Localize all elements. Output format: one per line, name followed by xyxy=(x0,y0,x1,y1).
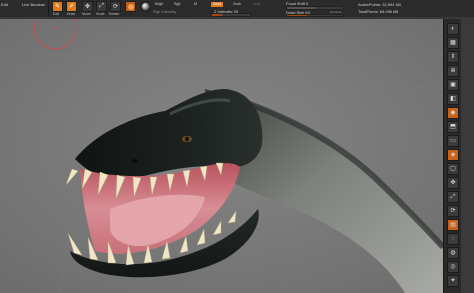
shelf-button-aahalf[interactable]: ◧ xyxy=(447,93,459,105)
edit-mode-label[interactable]: Edit xyxy=(1,2,8,7)
solo-icon: ◎ xyxy=(450,264,456,270)
z-intensity-fill xyxy=(212,14,222,16)
shelf-button-dynamic[interactable]: ◉ xyxy=(447,107,459,119)
shelf-button-solo[interactable]: ◎ xyxy=(447,261,459,273)
canvas-viewport[interactable] xyxy=(0,19,443,293)
brush-icon xyxy=(127,3,134,10)
mrgb-toggle[interactable]: Mrgb xyxy=(153,2,165,7)
right-shelf-scrollbar[interactable] xyxy=(461,19,474,293)
shelf-button-spix-3[interactable]: ▦ xyxy=(447,37,459,49)
frame-icon: ▢ xyxy=(450,166,456,172)
move-icon: ✥ xyxy=(84,4,91,10)
scale-icon: ⤢ xyxy=(450,194,456,200)
shelf-button-bpr[interactable]: ◐ xyxy=(447,23,459,35)
material-sphere-icon xyxy=(142,3,149,10)
creature-nostril xyxy=(132,159,138,163)
shelf-button-persp[interactable]: ⬒ xyxy=(447,121,459,133)
creature-pupil xyxy=(185,136,189,142)
aahalf-icon: ◧ xyxy=(450,96,456,102)
zcut-toggle[interactable]: Zcut xyxy=(251,2,262,7)
rotate-icon: ⟳ xyxy=(112,4,119,10)
shelf-button-move[interactable]: ✥ xyxy=(447,177,459,189)
shelf-button-floor[interactable]: ▭ xyxy=(447,135,459,147)
shelf-button-line-fill[interactable]: ▤ xyxy=(447,219,459,231)
zadd-toggle[interactable]: Zadd xyxy=(211,2,223,7)
edit-icon: ✎ xyxy=(54,4,61,10)
scale-button[interactable]: ⤢ xyxy=(96,1,107,12)
focal-shift-fill xyxy=(287,7,315,9)
scale-icon: ⤢ xyxy=(99,3,104,9)
scroll-icon: ⇕ xyxy=(450,54,456,60)
shelf-button-scroll[interactable]: ⇕ xyxy=(447,51,459,63)
scale-label: Scale xyxy=(96,12,105,16)
move-icon: ✥ xyxy=(450,180,456,186)
total-points-readout: TotalPoints: 65.096 Mil xyxy=(358,9,399,14)
draw-button[interactable]: ✐ xyxy=(66,1,77,12)
rgb-intensity-label[interactable]: Rgb Intensity xyxy=(153,9,176,14)
ghost-icon: ◍ xyxy=(450,250,456,256)
model-render xyxy=(0,19,443,293)
xpose-icon: ✦ xyxy=(450,278,456,284)
actual-icon: ▣ xyxy=(450,82,456,88)
right-shelf: ◐ ▦ ⇕ ⊕ ▣ ◧ ◉ ⬒ ▭ ◈ ▢ ✥ ⤢ ⟳ ▤ ◌ ◍ ◎ ✦ xyxy=(443,19,474,293)
transp-icon: ◌ xyxy=(451,236,455,242)
rotate-button[interactable]: ⟳ xyxy=(110,1,121,12)
move-button[interactable]: ✥ xyxy=(82,1,93,12)
spix-3-icon: ▦ xyxy=(450,40,456,46)
persp-icon: ⬒ xyxy=(450,124,456,130)
edit-label: Edit xyxy=(53,12,60,16)
top-toolbar: Edit Live Boolean ✎ Edit ✐ Draw ✥ Move ⤢… xyxy=(0,0,474,18)
shelf-button-actual[interactable]: ▣ xyxy=(447,79,459,91)
toolbar-divider xyxy=(48,0,49,17)
line-fill-icon: ▤ xyxy=(450,222,456,228)
rotate-icon: ⟳ xyxy=(450,208,456,214)
draw-label: Draw xyxy=(67,12,76,16)
brush-button[interactable] xyxy=(125,1,136,12)
dynamic-icon: ◉ xyxy=(450,110,456,116)
brush-cursor-center xyxy=(53,26,57,30)
shelf-button-xpose[interactable]: ✦ xyxy=(447,275,459,287)
rotate-label: Rotate xyxy=(109,12,120,16)
shelf-button-local[interactable]: ◈ xyxy=(447,149,459,161)
active-points-readout: ActivePoints: 32,994 Mil xyxy=(358,2,401,7)
shelf-button-rotate[interactable]: ⟳ xyxy=(447,205,459,217)
zsub-toggle[interactable]: Zsub xyxy=(231,2,243,7)
dynamic-toggle[interactable]: Dynamic xyxy=(330,10,342,15)
floor-icon: ▭ xyxy=(450,138,456,144)
edit-button[interactable]: ✎ xyxy=(52,1,63,12)
m-toggle[interactable]: M xyxy=(192,2,199,7)
rgb-toggle[interactable]: Rgb xyxy=(172,2,182,7)
shelf-button-ghost[interactable]: ◍ xyxy=(447,247,459,259)
material-button[interactable] xyxy=(140,1,151,12)
shelf-button-transp[interactable]: ◌ xyxy=(447,233,459,245)
shelf-button-scale[interactable]: ⤢ xyxy=(447,191,459,203)
zoom-icon: ⊕ xyxy=(450,68,456,74)
shelf-button-zoom[interactable]: ⊕ xyxy=(447,65,459,77)
shelf-button-frame[interactable]: ▢ xyxy=(447,163,459,175)
draw-icon: ✐ xyxy=(68,4,75,10)
move-label: Move xyxy=(82,12,91,16)
local-icon: ◈ xyxy=(450,152,456,158)
bpr-icon: ◐ xyxy=(451,26,455,32)
draw-size-fill xyxy=(287,15,307,16)
live-boolean-button[interactable]: Live Boolean xyxy=(22,2,45,7)
